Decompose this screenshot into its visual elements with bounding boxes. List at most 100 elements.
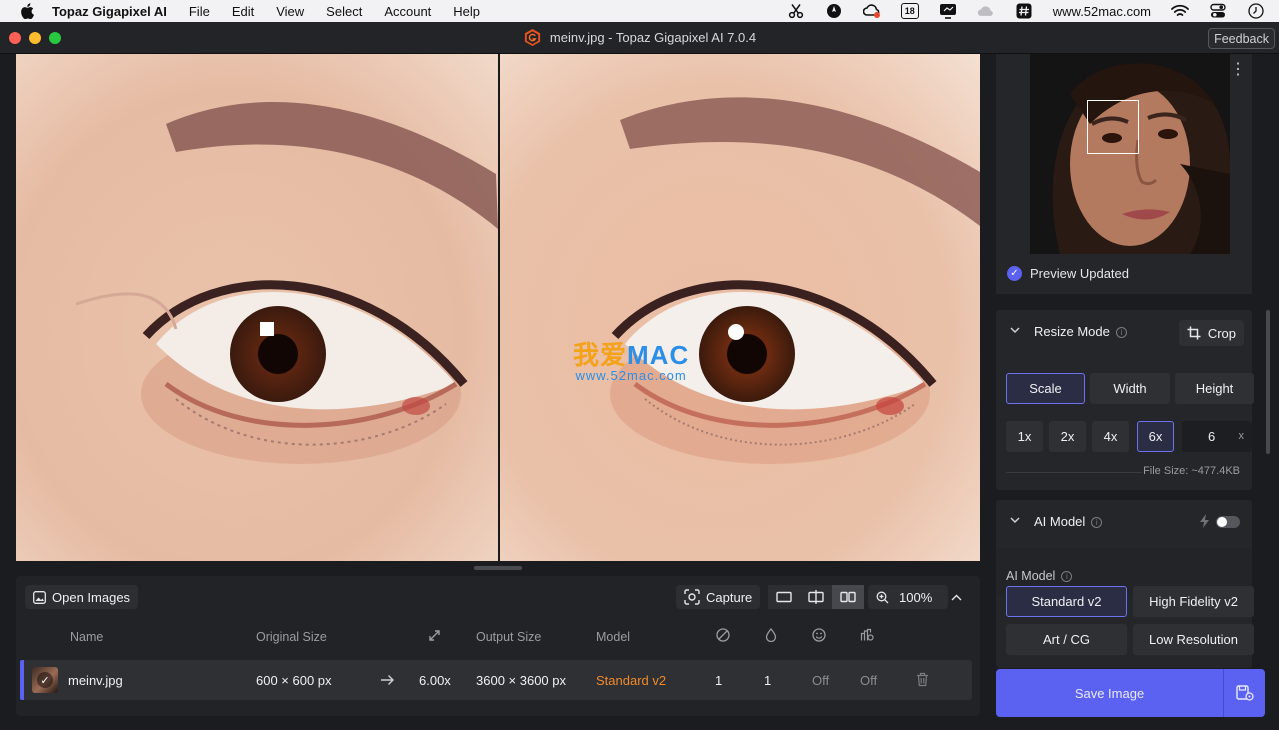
custom-scale-unit: x: [1238, 430, 1245, 442]
menu-account[interactable]: Account: [384, 4, 431, 19]
window-zoom-button[interactable]: [49, 32, 61, 44]
scissors-icon[interactable]: [787, 3, 805, 19]
menubar-site-label: www.52mac.com: [1052, 3, 1151, 19]
display-icon[interactable]: [939, 3, 957, 19]
feedback-button[interactable]: Feedback: [1208, 28, 1275, 49]
custom-scale-input[interactable]: 6 x: [1182, 421, 1252, 452]
row-output-size: 3600 × 3600 px: [476, 673, 566, 688]
window-close-button[interactable]: [9, 32, 21, 44]
split-view-button[interactable]: [800, 585, 832, 609]
watermark-cn: 我爱: [573, 340, 628, 370]
more-options-icon[interactable]: ⋮: [1230, 62, 1246, 78]
enhanced-preview[interactable]: [500, 54, 980, 561]
macos-menubar: Topaz Gigapixel AI File Edit View Select…: [0, 0, 1279, 22]
column-original-size[interactable]: Original Size: [256, 630, 327, 644]
wifi-icon[interactable]: [1171, 3, 1189, 19]
calendar-icon[interactable]: 18: [900, 3, 919, 19]
model-low-resolution-button[interactable]: Low Resolution: [1133, 624, 1254, 655]
panel-resize-handle[interactable]: [474, 566, 522, 570]
navigator-viewport-box[interactable]: [1087, 100, 1139, 154]
row-selected-indicator: [20, 660, 24, 700]
save-options-button[interactable]: [1224, 669, 1265, 717]
table-row[interactable]: ✓ meinv.jpg 600 × 600 px 6.00x 3600 × 36…: [20, 660, 972, 700]
zoom-control[interactable]: 100%: [868, 585, 948, 609]
row-scale[interactable]: 6.00x: [419, 673, 451, 688]
scale-2x-button[interactable]: 2x: [1049, 421, 1086, 452]
check-circle-icon: ✓: [1007, 266, 1022, 281]
open-images-button[interactable]: Open Images: [25, 585, 139, 609]
watermark-en: MAC: [627, 340, 690, 370]
row-denoise: 1: [715, 673, 723, 688]
menu-view[interactable]: View: [276, 4, 304, 19]
navigator-thumbnail[interactable]: [1030, 54, 1230, 254]
capture-label: Capture: [706, 589, 753, 605]
capture-icon: [684, 589, 700, 605]
auto-model-toggle[interactable]: [1216, 516, 1240, 528]
window-minimize-button[interactable]: [29, 32, 41, 44]
export-settings-icon: [1235, 685, 1254, 701]
control-center-icon[interactable]: [1209, 3, 1227, 19]
image-icon: [33, 590, 46, 604]
preview-status: ✓ Preview Updated: [1007, 266, 1129, 281]
menu-select[interactable]: Select: [326, 4, 362, 19]
scale-1x-button[interactable]: 1x: [1006, 421, 1043, 452]
zoom-level: 100%: [899, 589, 933, 605]
file-size-label: File Size: ~477.4KB: [1143, 465, 1240, 477]
mode-width-button[interactable]: Width: [1090, 373, 1170, 404]
side-by-side-button[interactable]: [832, 585, 864, 609]
row-thumbnail[interactable]: ✓: [32, 667, 58, 693]
ai-model-header[interactable]: AI Model i: [996, 500, 1252, 544]
scale-6x-button[interactable]: 6x: [1137, 421, 1174, 452]
open-images-label: Open Images: [52, 589, 131, 605]
menu-app-name[interactable]: Topaz Gigapixel AI: [52, 4, 167, 19]
image-queue-panel: Open Images Capture 100% Name Original S…: [16, 576, 980, 716]
row-model[interactable]: Standard v2: [596, 673, 666, 688]
resize-mode-card: Resize Mode i Crop Scale Width Height 1x …: [996, 310, 1254, 490]
crop-label: Crop: [1207, 325, 1236, 341]
crop-button[interactable]: Crop: [1178, 320, 1244, 346]
trash-icon[interactable]: [916, 672, 929, 687]
menu-help[interactable]: Help: [453, 4, 480, 19]
single-view-icon: [776, 591, 792, 603]
row-gamma: Off: [860, 673, 878, 688]
scale-4x-button[interactable]: 4x: [1092, 421, 1129, 452]
compass-icon[interactable]: [825, 3, 843, 19]
ai-model-title: AI Model: [1034, 514, 1086, 529]
column-output-size[interactable]: Output Size: [476, 630, 541, 644]
column-name[interactable]: Name: [70, 630, 103, 644]
original-preview[interactable]: [16, 54, 498, 561]
collapse-panel-button[interactable]: [948, 585, 964, 609]
chevron-up-icon: [951, 594, 961, 600]
info-icon[interactable]: i: [1061, 571, 1073, 583]
ai-model-card: AI Model i AI Model i Standard v2 High Fid…: [996, 500, 1254, 668]
comparison-preview[interactable]: 我爱MAC www.52mac.com: [16, 54, 980, 561]
hashtag-icon[interactable]: [1015, 3, 1033, 19]
mode-scale-button[interactable]: Scale: [1006, 373, 1085, 404]
denoise-column-icon: [716, 628, 730, 642]
chevron-down-icon: [1010, 517, 1020, 524]
creative-cloud-icon[interactable]: [862, 3, 881, 19]
capture-button[interactable]: Capture: [676, 585, 761, 609]
column-model[interactable]: Model: [596, 630, 630, 644]
info-icon[interactable]: i: [1115, 327, 1127, 339]
info-icon[interactable]: i: [1091, 517, 1103, 529]
sidebar-scrollbar[interactable]: [1266, 310, 1270, 454]
save-image-button[interactable]: Save Image: [996, 669, 1223, 717]
apple-menu-icon[interactable]: [20, 3, 34, 19]
window-titlebar: meinv.jpg - Topaz Gigapixel AI 7.0.4 Fee…: [0, 22, 1279, 54]
menu-edit[interactable]: Edit: [232, 4, 254, 19]
model-art-cg-button[interactable]: Art / CG: [1006, 624, 1127, 655]
resize-mode-header[interactable]: Resize Mode i Crop: [996, 310, 1252, 354]
clock-icon[interactable]: [1247, 3, 1265, 19]
single-view-button[interactable]: [768, 585, 800, 609]
cloud-icon[interactable]: [977, 3, 995, 19]
menu-file[interactable]: File: [189, 4, 210, 19]
row-original-size: 600 × 600 px: [256, 673, 332, 688]
mode-height-button[interactable]: Height: [1175, 373, 1254, 404]
traffic-lights: [9, 32, 61, 44]
model-high-fidelity-v2-button[interactable]: High Fidelity v2: [1133, 586, 1254, 617]
divider-line: [1006, 472, 1142, 473]
model-standard-v2-button[interactable]: Standard v2: [1006, 586, 1127, 617]
check-icon: ✓: [37, 672, 53, 688]
view-mode-group: [768, 585, 864, 609]
